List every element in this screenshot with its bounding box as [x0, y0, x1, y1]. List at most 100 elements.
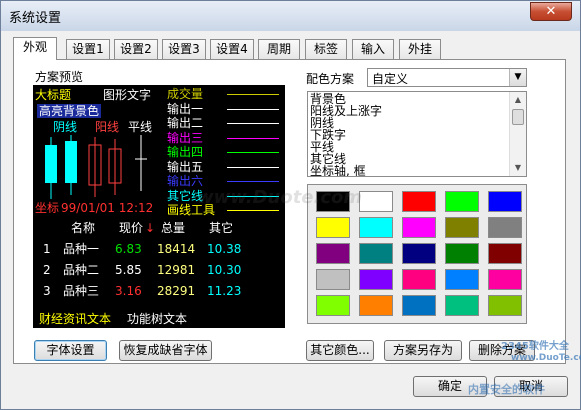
tab-bar: 外观 设置1 设置2 设置3 设置4 周期 标签 输入 外挂: [13, 37, 441, 60]
preview-output-2: 输出一: [161, 102, 283, 116]
tab-setting4[interactable]: 设置4: [210, 39, 254, 59]
tab-setting2[interactable]: 设置2: [114, 39, 158, 59]
preview-output-7: 输出六: [161, 174, 283, 188]
other-color-button[interactable]: 其它颜色...: [306, 340, 374, 361]
scroll-thumb[interactable]: [512, 109, 524, 125]
color-swatch[interactable]: [359, 243, 393, 264]
color-swatch[interactable]: [359, 191, 393, 212]
preview-output-line: [227, 152, 279, 153]
tab-period[interactable]: 周期: [258, 39, 300, 59]
watermark-site-cn: 2345软件大全: [501, 341, 569, 352]
preview-output-label: 输出三: [167, 130, 204, 145]
color-swatch[interactable]: [402, 217, 436, 238]
preview-datetime: 99/01/01 12:12: [61, 201, 154, 215]
color-scheme-select[interactable]: 自定义 ▼: [367, 68, 527, 87]
preview-sort-arrow: ↓: [145, 221, 156, 235]
color-swatch[interactable]: [316, 217, 350, 238]
tab-input[interactable]: 输入: [352, 39, 394, 59]
preview-row-volume: 18414: [157, 242, 196, 256]
preview-row-price: 5.85: [115, 263, 142, 277]
color-item[interactable]: 坐标轴, 框: [310, 165, 508, 176]
color-item-entries: 背景色 阳线及上涨字 阴线 下跌字 平线 其它线 坐标轴, 框: [310, 93, 508, 176]
color-swatch[interactable]: [445, 295, 479, 316]
preview-yang-label: 阳线: [95, 120, 120, 134]
color-swatch[interactable]: [402, 243, 436, 264]
chevron-down-icon[interactable]: ▼: [509, 69, 526, 86]
preview-output-line: [227, 181, 279, 182]
preview-row-other: 10.30: [207, 263, 242, 277]
color-swatch[interactable]: [316, 269, 350, 290]
preview-row-name: 品种二: [63, 263, 100, 277]
preview-col-volume: 总量: [161, 221, 186, 235]
preview-row-price: 3.16: [115, 284, 142, 298]
color-swatch[interactable]: [402, 295, 436, 316]
color-swatch[interactable]: [445, 191, 479, 212]
preview-output-3: 输出二: [161, 116, 283, 130]
preview-graph-text: 图形文字: [103, 88, 152, 102]
preview-coord-label: 坐标: [35, 201, 60, 215]
preview-yin-label: 阴线: [53, 120, 78, 134]
yin-candles: [45, 135, 77, 199]
color-swatch[interactable]: [488, 217, 522, 238]
preview-output-line: [227, 137, 279, 139]
color-scheme-label: 配色方案: [306, 72, 355, 86]
color-swatch[interactable]: [359, 269, 393, 290]
restore-default-font-button[interactable]: 恢复成缺省字体: [119, 340, 212, 361]
preview-row-other: 10.38: [207, 242, 242, 256]
preview-col-price: 现价: [119, 221, 144, 235]
preview-big-title: 大标题: [35, 88, 72, 102]
font-settings-button[interactable]: 字体设置: [34, 340, 107, 361]
color-swatch[interactable]: [316, 243, 350, 264]
list-scrollbar[interactable]: ▲ ▼: [509, 92, 526, 176]
preview-output-label: 输出五: [167, 159, 204, 174]
preview-row-volume: 12981: [157, 263, 196, 277]
preview-output-line: [227, 210, 279, 211]
color-swatch[interactable]: [402, 269, 436, 290]
color-swatch[interactable]: [445, 243, 479, 264]
color-swatch[interactable]: [488, 269, 522, 290]
preview-row-name: 品种一: [63, 242, 100, 256]
tab-setting1[interactable]: 设置1: [66, 39, 110, 59]
tab-setting3[interactable]: 设置3: [162, 39, 206, 59]
color-swatch[interactable]: [445, 217, 479, 238]
color-swatch[interactable]: [445, 269, 479, 290]
scroll-down-icon[interactable]: ▼: [510, 160, 526, 176]
preview-ping-label: 平线: [128, 120, 153, 134]
close-button[interactable]: ✕: [530, 2, 572, 21]
scheme-preview-label: 方案预览: [35, 70, 84, 84]
preview-output-1: 成交量: [161, 87, 283, 101]
watermark-center: www.Duote.com: [197, 187, 363, 208]
preview-output-label: 成交量: [167, 87, 204, 101]
yin-body-1: [45, 145, 57, 183]
preview-output-label: 输出六: [167, 174, 204, 188]
color-swatch[interactable]: [488, 191, 522, 212]
preview-row-index: 2: [43, 263, 51, 277]
scroll-up-icon[interactable]: ▲: [510, 92, 526, 108]
watermark-security: 内置安全的软件: [468, 383, 545, 396]
save-scheme-as-button[interactable]: 方案另存为: [384, 340, 462, 361]
preview-highlight-bg: 高亮背景色: [37, 104, 102, 118]
color-swatch[interactable]: [316, 295, 350, 316]
tab-appearance[interactable]: 外观: [13, 37, 57, 60]
color-swatch[interactable]: [402, 191, 436, 212]
color-item[interactable]: 下跌字: [310, 129, 508, 141]
tab-label[interactable]: 标签: [305, 39, 347, 59]
color-swatch[interactable]: [488, 243, 522, 264]
preview-output-5: 输出四: [161, 145, 283, 159]
preview-row-other: 11.23: [207, 284, 242, 298]
preview-row-volume: 28291: [157, 284, 196, 298]
title-bar: 系统设置 ✕: [1, 1, 580, 31]
color-swatch[interactable]: [359, 217, 393, 238]
color-item[interactable]: 阳线及上涨字: [310, 105, 508, 117]
color-swatch[interactable]: [488, 295, 522, 316]
preview-col-name: 名称: [71, 221, 96, 235]
preview-row-index: 1: [43, 242, 51, 256]
color-scheme-value: 自定义: [372, 72, 409, 86]
preview-output-label: 输出一: [167, 101, 204, 116]
tab-plugin[interactable]: 外挂: [399, 39, 441, 59]
color-swatch[interactable]: [359, 295, 393, 316]
preview-col-other: 其它: [209, 221, 234, 235]
yang-candles: [88, 137, 122, 197]
color-item-list[interactable]: 背景色 阳线及上涨字 阴线 下跌字 平线 其它线 坐标轴, 框 ▲ ▼: [307, 91, 527, 177]
preview-row-index: 3: [43, 284, 51, 298]
